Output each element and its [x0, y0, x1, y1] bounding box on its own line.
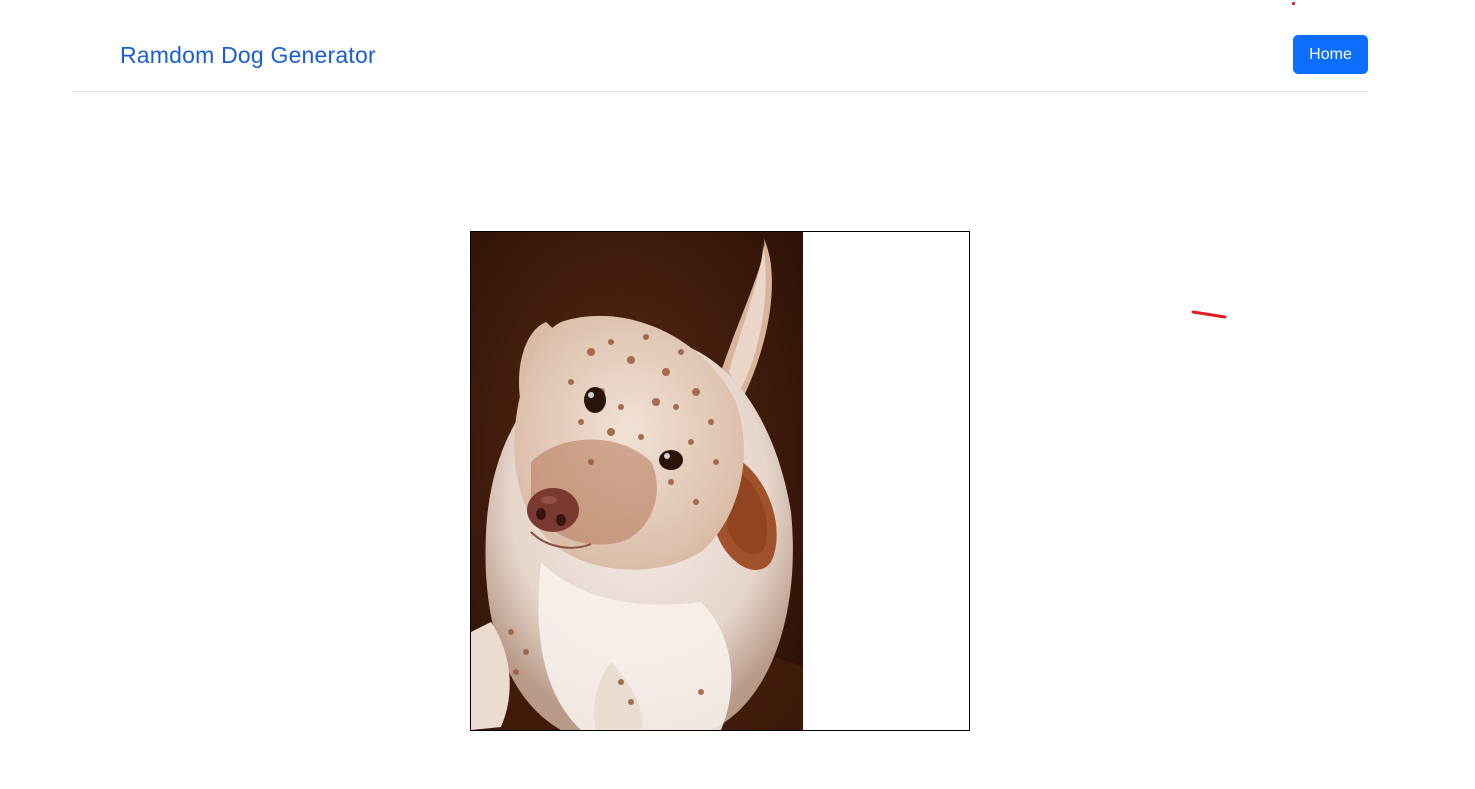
- annotation-stroke-mark: [1191, 310, 1227, 319]
- home-button[interactable]: Home: [1293, 35, 1368, 74]
- dog-image: [471, 232, 803, 730]
- top-navbar: Ramdom Dog Generator Home: [72, 0, 1368, 92]
- page: Ramdom Dog Generator Home: [0, 0, 1475, 789]
- brand-link[interactable]: Ramdom Dog Generator: [120, 42, 376, 69]
- annotation-dot-mark: [1291, 1, 1296, 6]
- dog-image-container: [470, 231, 970, 731]
